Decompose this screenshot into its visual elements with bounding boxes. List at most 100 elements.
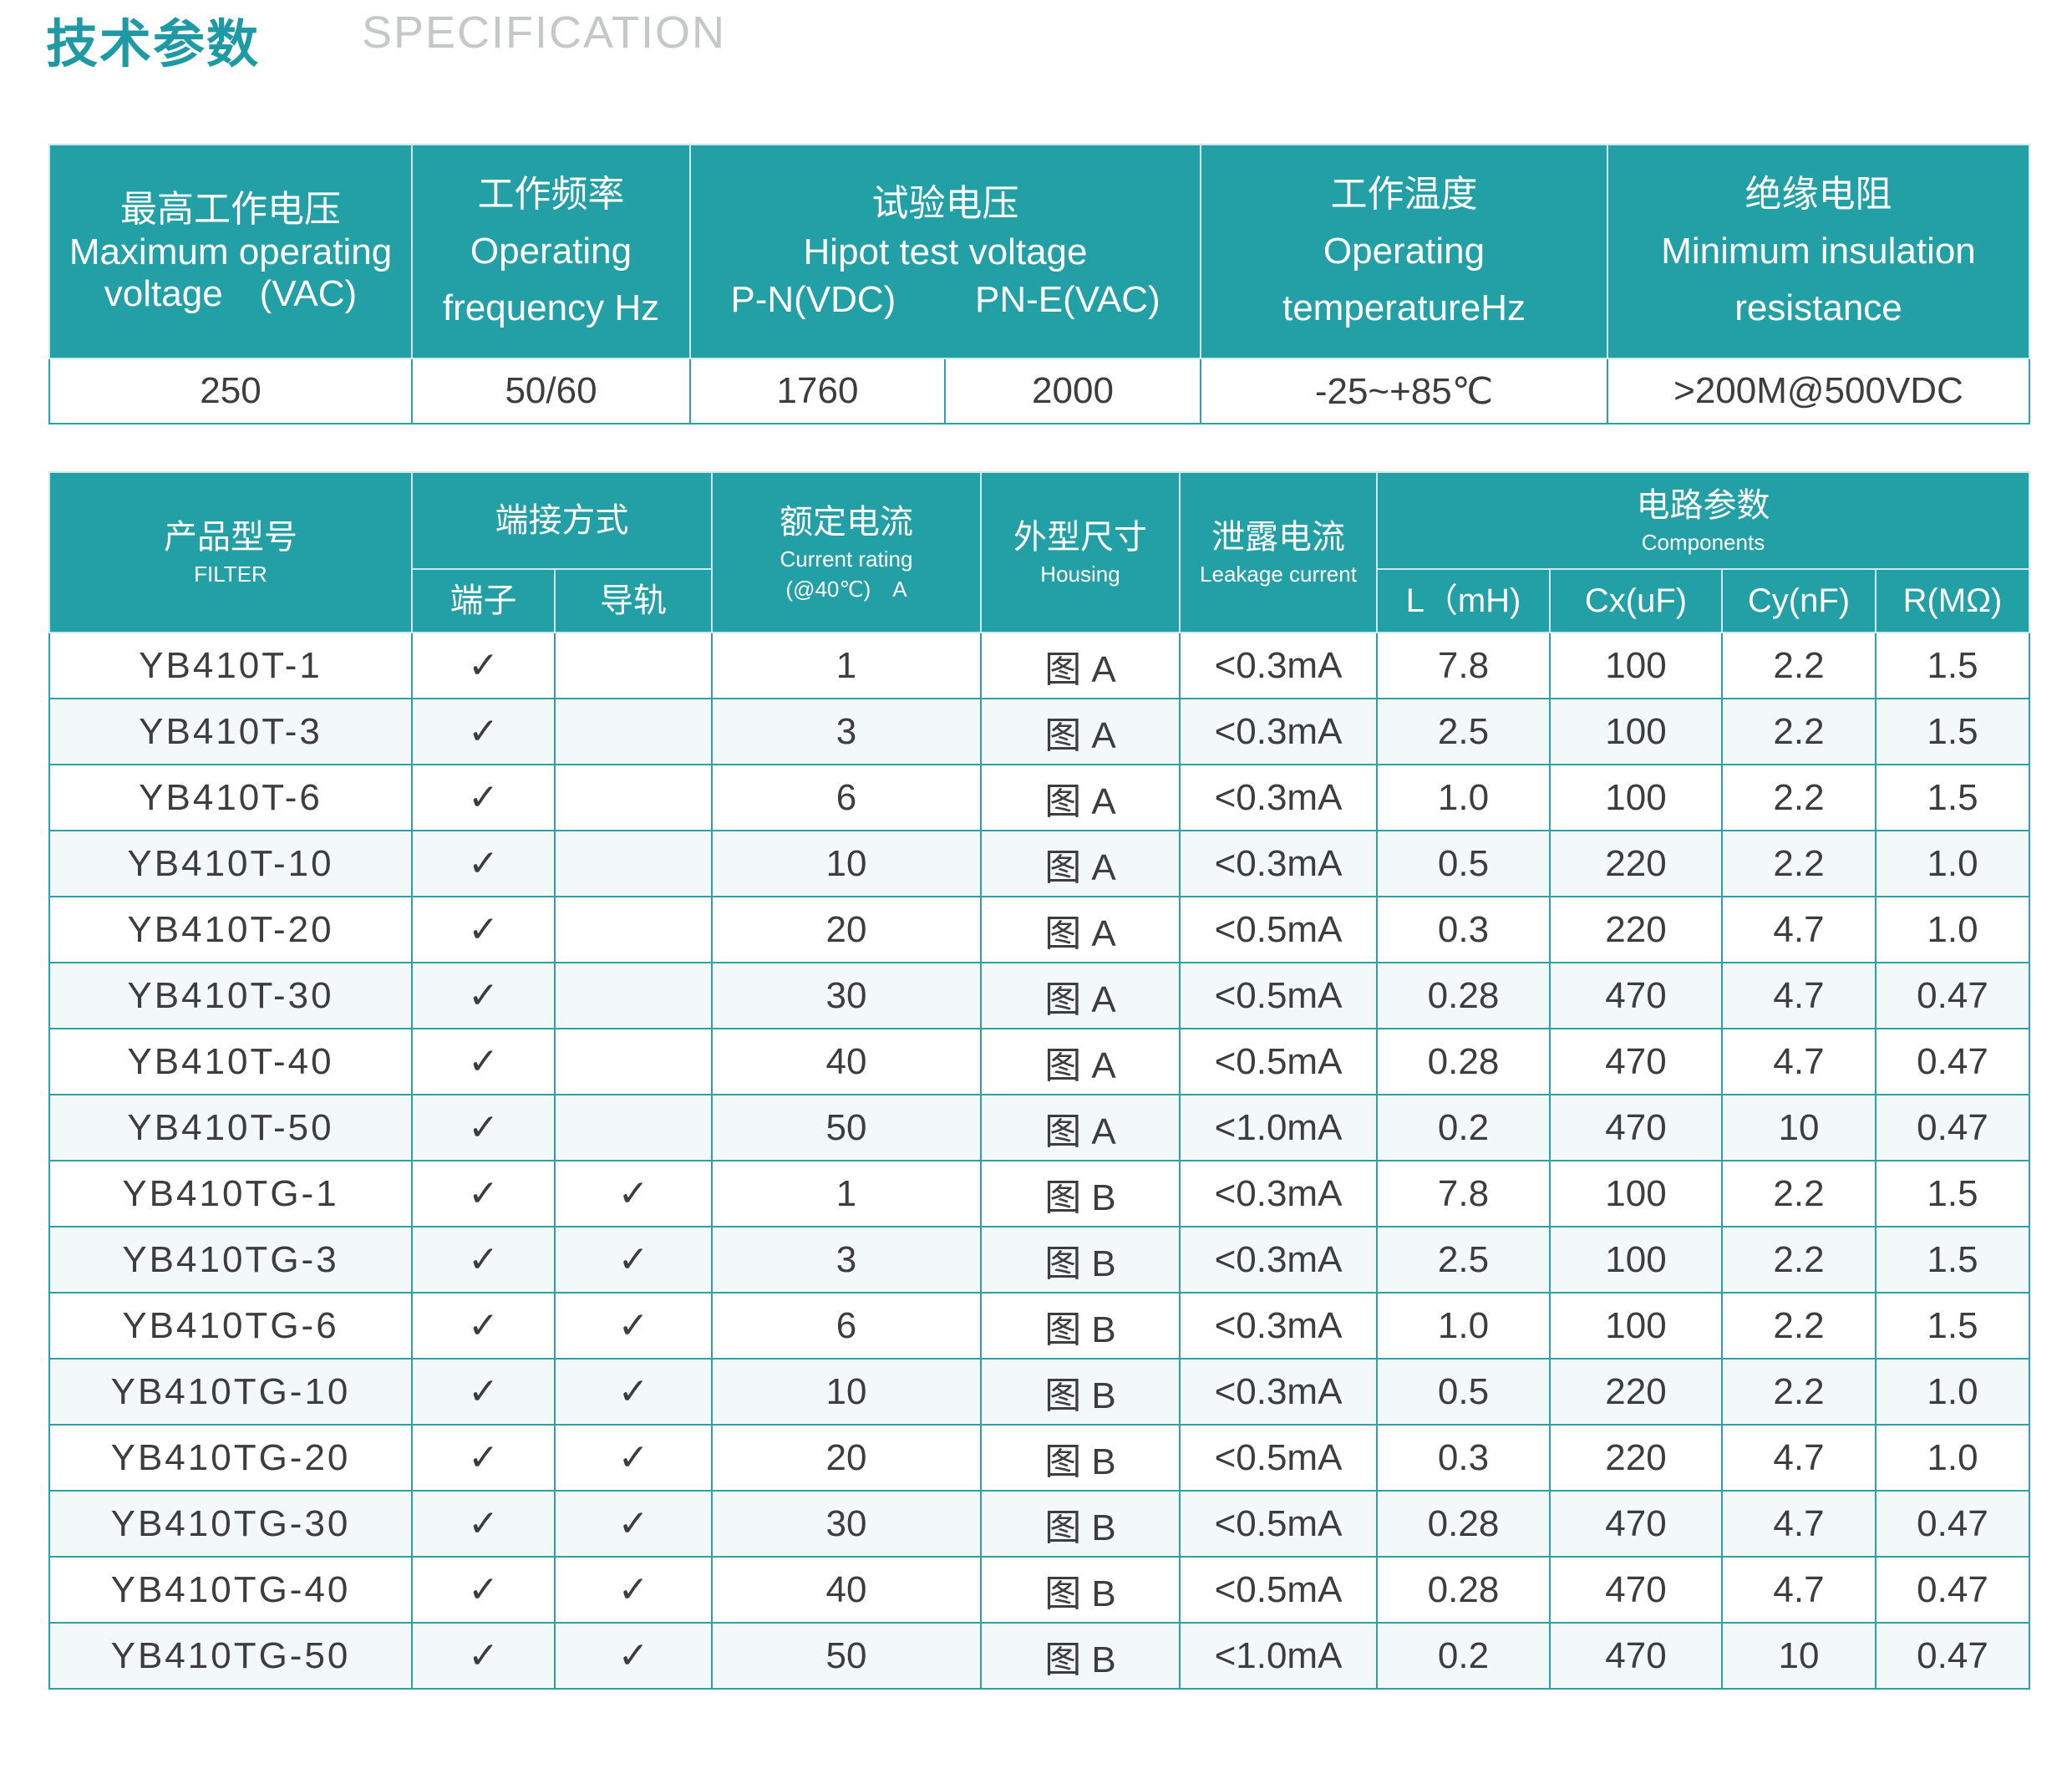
model-cell: YB410TG-30 [48, 1490, 413, 1558]
rail-check-cell: ✓ [554, 1622, 713, 1690]
terminal-check-cell: ✓ [411, 698, 556, 765]
leakage-cell: <0.3mA [1179, 764, 1378, 831]
housing-cell: 图 B [980, 1358, 1181, 1426]
housing-cell: 图 A [980, 1094, 1181, 1161]
resistance-cell: 0.47 [1875, 1490, 2030, 1558]
hipot-header-cn: 试验电压 [871, 183, 1019, 224]
table-row: YB410T-30 ✓ 30 图 A <0.5mA 0.28 470 4.7 0.47 [48, 962, 2030, 1029]
model-cell: YB410T-10 [48, 830, 413, 897]
current-cell: 3 [711, 1226, 982, 1294]
table-row: YB410T-40 ✓ 40 图 A <0.5mA 0.28 470 4.7 0.47 [48, 1028, 2030, 1095]
circuit-header-cn: 电路参数 [1636, 487, 1770, 524]
cx-cell: 220 [1549, 830, 1723, 897]
current-cell: 6 [711, 1292, 982, 1360]
model-table-body: YB410T-1 ✓ 1 图 A <0.3mA 7.8 100 2.2 1.5 YB410T-3 ✓… [48, 632, 2030, 1690]
cx-cell: 470 [1549, 1094, 1723, 1161]
current-cell: 40 [711, 1028, 982, 1095]
terminal-check-cell: ✓ [411, 830, 556, 897]
leakage-cell: <0.5mA [1179, 1028, 1378, 1095]
resistance-cell: 1.0 [1875, 1358, 2030, 1426]
model-cell: YB410T-3 [48, 698, 413, 765]
inductance-cell: 0.2 [1376, 1622, 1551, 1690]
rail-check-cell: ✓ [554, 1490, 713, 1558]
product-header-en: FILTER [194, 562, 267, 587]
housing-cell: 图 A [980, 962, 1181, 1029]
cy-cell: 2.2 [1721, 1358, 1876, 1426]
leakage-cell: <0.3mA [1179, 1292, 1378, 1360]
terminal-header: 端子 [411, 568, 556, 633]
hipot-pne-value: 2000 [944, 358, 1201, 424]
cy-cell: 4.7 [1721, 1028, 1876, 1095]
rail-check-cell: ✓ [554, 1424, 713, 1492]
inductance-cell: 0.3 [1376, 896, 1551, 963]
resistance-cell: 1.0 [1875, 830, 2030, 897]
model-cell: YB410TG-10 [48, 1358, 413, 1426]
cx-cell: 470 [1549, 1556, 1723, 1624]
hipot-pn-header: P-N(VDC) [730, 279, 896, 320]
rail-check-cell: ✓ [554, 1358, 713, 1426]
insulation-header-cn: 绝缘电阻 [1744, 174, 1892, 215]
table-row: YB410TG-10 ✓ ✓ 10 图 B <0.3mA 0.5 220 2.2 1.0 [48, 1358, 2030, 1426]
table-row: YB410TG-6 ✓ ✓ 6 图 B <0.3mA 1.0 100 2.2 1.5 [48, 1292, 2030, 1360]
model-cell: YB410TG-20 [48, 1424, 413, 1492]
table-row: YB410TG-50 ✓ ✓ 50 图 B <1.0mA 0.2 470 10 0.47 [48, 1622, 2030, 1690]
circuit-header: 电路参数 Components [1376, 471, 2030, 570]
table-row: YB410T-1 ✓ 1 图 A <0.3mA 7.8 100 2.2 1.5 [48, 632, 2030, 699]
rail-check-cell [554, 698, 713, 765]
terminal-check-cell: ✓ [411, 1226, 556, 1294]
inductance-cell: 1.0 [1376, 1292, 1551, 1360]
resistance-cell: 1.5 [1875, 764, 2030, 831]
cy-cell: 4.7 [1721, 896, 1876, 963]
resistance-cell: 0.47 [1875, 1556, 2030, 1624]
current-cell: 20 [711, 1424, 982, 1492]
table-row: YB410T-20 ✓ 20 图 A <0.5mA 0.3 220 4.7 1.0 [48, 896, 2030, 963]
leakage-header: 泄露电流 Leakage current [1179, 471, 1378, 633]
insulation-header: 绝缘电阻 Minimum insulation resistance [1607, 144, 2030, 359]
housing-cell: 图 B [980, 1622, 1181, 1690]
page-title-cn: 技术参数 [46, 13, 261, 74]
cy-cell: 2.2 [1721, 698, 1876, 765]
model-cell: YB410TG-40 [48, 1556, 413, 1624]
cx-cell: 100 [1549, 698, 1723, 765]
circuit-header-en: Components [1641, 530, 1765, 555]
max-voltage-value: 250 [48, 358, 413, 424]
current-cell: 1 [711, 632, 982, 699]
cy-cell: 2.2 [1721, 1292, 1876, 1360]
inductance-cell: 2.5 [1376, 698, 1551, 765]
table-row: YB410T-3 ✓ 3 图 A <0.3mA 2.5 100 2.2 1.5 [48, 698, 2030, 765]
model-cell: YB410TG-50 [48, 1622, 413, 1690]
leakage-cell: <0.3mA [1179, 1160, 1378, 1227]
leakage-header-cn: 泄露电流 [1211, 519, 1345, 556]
terminal-check-cell: ✓ [411, 1556, 556, 1624]
current-cell: 10 [711, 830, 982, 897]
resistance-cell: 1.0 [1875, 896, 2030, 963]
leakage-cell: <0.5mA [1179, 1490, 1378, 1558]
cy-cell: 10 [1721, 1622, 1876, 1690]
resistance-cell: 0.47 [1875, 1094, 2030, 1161]
inductance-cell: 0.28 [1376, 1028, 1551, 1095]
rail-check-cell [554, 962, 713, 1029]
frequency-header-en: Operating [470, 231, 632, 272]
cy-cell: 2.2 [1721, 830, 1876, 897]
leakage-cell: <0.5mA [1179, 1424, 1378, 1492]
frequency-header: 工作频率 Operating frequency Hz [411, 144, 691, 359]
inductance-cell: 0.3 [1376, 1424, 1551, 1492]
rail-check-cell [554, 764, 713, 831]
resistance-cell: 0.47 [1875, 1622, 2030, 1690]
leakage-cell: <0.3mA [1179, 1358, 1378, 1426]
terminal-check-cell: ✓ [411, 1490, 556, 1558]
resistance-cell: 1.0 [1875, 1424, 2030, 1492]
cy-cell: 2.2 [1721, 1160, 1876, 1227]
page-title-en: SPECIFICATION [362, 8, 727, 58]
model-cell: YB410T-6 [48, 764, 413, 831]
cy-cell: 2.2 [1721, 764, 1876, 831]
leakage-cell: <1.0mA [1179, 1094, 1378, 1161]
cx-cell: 220 [1549, 1424, 1723, 1492]
housing-cell: 图 B [980, 1556, 1181, 1624]
resistance-cell: 1.5 [1875, 1160, 2030, 1227]
current-cell: 30 [711, 962, 982, 1029]
table-row: YB410TG-3 ✓ ✓ 3 图 B <0.3mA 2.5 100 2.2 1.5 [48, 1226, 2030, 1294]
hipot-pne-header: PN-E(VAC) [975, 279, 1160, 320]
housing-header-cn: 外型尺寸 [1013, 519, 1147, 556]
cx-cell: 100 [1549, 1160, 1723, 1227]
